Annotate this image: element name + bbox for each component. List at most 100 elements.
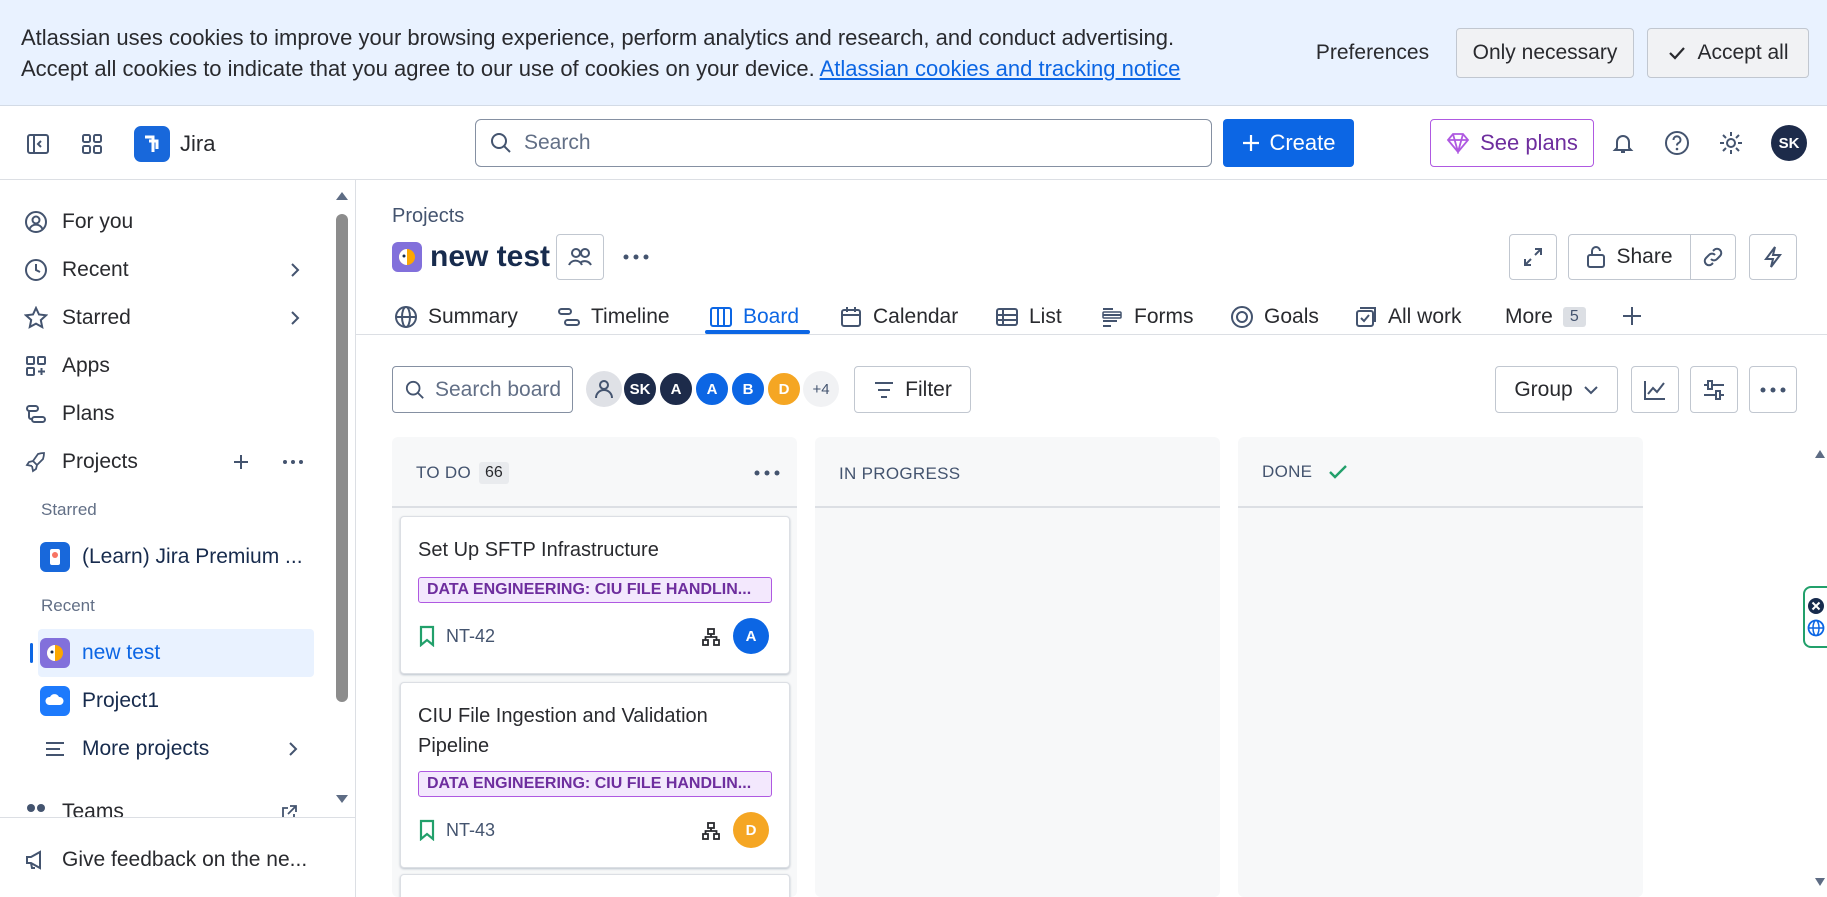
unassigned-avatar-icon[interactable]	[586, 371, 622, 407]
sidebar-item-projects[interactable]: Projects	[24, 442, 304, 482]
assignee-filter-avatar[interactable]: B	[730, 371, 766, 407]
app-name: Jira	[180, 131, 216, 156]
app-switcher-icon[interactable]	[78, 130, 106, 158]
sidebar-item-for-you[interactable]: For you	[24, 202, 133, 242]
project-name: (Learn) Jira Premium ...	[82, 545, 303, 568]
starred-heading: Starred	[41, 500, 97, 519]
sidebar-item-starred[interactable]: Starred	[24, 298, 302, 338]
more-options-icon[interactable]	[282, 459, 304, 465]
apps-grid-icon	[24, 354, 48, 378]
more-avatars-badge[interactable]: +4	[803, 371, 839, 407]
epic-lozenge[interactable]: DATA ENGINEERING: CIU FILE HANDLIN...	[418, 771, 772, 797]
search-icon	[405, 380, 425, 400]
tab-board[interactable]: Board	[709, 300, 799, 334]
see-plans-button[interactable]: See plans	[1430, 119, 1594, 167]
tab-label: Calendar	[873, 305, 959, 328]
sidebar-project-project1[interactable]: Project1	[38, 677, 314, 725]
tab-all-work[interactable]: All work	[1354, 300, 1462, 334]
only-necessary-button[interactable]: Only necessary	[1456, 28, 1634, 78]
settings-gear-icon[interactable]	[1718, 130, 1744, 156]
sidebar-item-plans[interactable]: Plans	[24, 394, 115, 434]
accept-all-button[interactable]: Accept all	[1647, 28, 1809, 78]
list-table-icon	[995, 305, 1019, 329]
scroll-down-arrow-icon[interactable]	[335, 793, 349, 805]
sidebar-toggle-icon[interactable]	[24, 130, 52, 158]
project-more-options-icon[interactable]	[622, 250, 650, 264]
sidebar-label: Recent	[62, 258, 129, 281]
add-project-plus-icon[interactable]	[232, 453, 250, 471]
board-more-options-icon[interactable]	[1749, 366, 1797, 413]
column-header-done: DONE	[1262, 462, 1348, 482]
help-icon[interactable]	[1664, 130, 1690, 156]
team-people-icon[interactable]	[556, 234, 604, 280]
board-scroll-down-arrow-icon[interactable]	[1813, 876, 1827, 888]
tab-goals[interactable]: Goals	[1230, 300, 1319, 334]
sidebar-item-recent[interactable]: Recent	[24, 250, 302, 290]
assignee-filter-avatar[interactable]: A	[694, 371, 730, 407]
assignee-filter-avatar[interactable]: D	[766, 371, 802, 407]
tab-calendar[interactable]: Calendar	[839, 300, 958, 334]
filter-button[interactable]: Filter	[854, 366, 971, 413]
notifications-bell-icon[interactable]	[1610, 130, 1636, 156]
megaphone-icon	[24, 848, 48, 872]
group-dropdown[interactable]: Group	[1495, 366, 1618, 413]
tab-timeline[interactable]: Timeline	[557, 300, 670, 334]
sidebar-item-teams[interactable]: Teams	[0, 790, 336, 818]
chevron-right-icon	[288, 311, 302, 325]
automation-lightning-icon[interactable]	[1749, 234, 1797, 280]
epic-lozenge[interactable]: DATA ENGINEERING: CIU FILE HANDLIN...	[418, 577, 772, 603]
assignee-filter-avatar[interactable]: A	[658, 371, 694, 407]
board-search-input[interactable]: Search board	[392, 366, 573, 413]
project-avatar-icon	[40, 542, 70, 572]
user-avatar[interactable]: SK	[1771, 125, 1807, 161]
sidebar-label: For you	[62, 210, 134, 233]
issue-card[interactable]	[400, 874, 790, 897]
tab-list[interactable]: List	[995, 300, 1062, 334]
issue-card[interactable]: Set Up SFTP Infrastructure DATA ENGINEER…	[400, 516, 790, 674]
floating-extension-widget[interactable]	[1803, 586, 1827, 648]
scroll-up-arrow-icon[interactable]	[335, 190, 349, 202]
cookie-preferences-button[interactable]: Preferences	[1300, 28, 1445, 78]
close-circle-icon[interactable]	[1807, 597, 1825, 615]
jira-home-link[interactable]: Jira	[134, 126, 215, 162]
cookie-message: Atlassian uses cookies to improve your b…	[21, 22, 1241, 84]
tab-forms[interactable]: Forms	[1100, 300, 1194, 334]
tab-summary[interactable]: Summary	[394, 300, 518, 334]
column-more-options-icon[interactable]	[752, 468, 782, 478]
sidebar-label: Apps	[62, 354, 110, 377]
assignee-avatar[interactable]: A	[733, 618, 769, 654]
assignee-avatar[interactable]: D	[733, 812, 769, 848]
create-button[interactable]: Create	[1223, 119, 1354, 167]
timeline-icon	[557, 305, 581, 329]
global-search-input[interactable]: Search	[475, 119, 1212, 167]
user-circle-icon	[24, 210, 48, 234]
sidebar-project-new-test[interactable]: new test	[30, 629, 314, 677]
issue-card[interactable]: CIU File Ingestion and Validation Pipeli…	[400, 682, 790, 868]
tab-more[interactable]: More 5	[1505, 300, 1586, 334]
column-title: IN PROGRESS	[839, 464, 961, 483]
add-tab-plus-icon[interactable]	[1618, 302, 1646, 330]
teams-icon	[24, 800, 48, 818]
sidebar-project-learn-jira-premium[interactable]: (Learn) Jira Premium ...	[38, 533, 314, 581]
copy-link-icon[interactable]	[1690, 234, 1736, 280]
view-settings-sliders-icon[interactable]	[1690, 366, 1738, 413]
fullscreen-expand-icon[interactable]	[1509, 234, 1557, 280]
sidebar-label: Starred	[62, 306, 131, 329]
target-icon	[1230, 305, 1254, 329]
sidebar-item-apps[interactable]: Apps	[24, 346, 110, 386]
column-title: DONE	[1262, 462, 1313, 481]
cookie-notice-link[interactable]: Atlassian cookies and tracking notice	[820, 56, 1181, 81]
breadcrumb[interactable]: Projects	[392, 205, 464, 228]
page-title: new test	[430, 240, 551, 273]
board-scroll-up-arrow-icon[interactable]	[1813, 448, 1827, 460]
assignee-filter-avatar[interactable]: SK	[622, 371, 658, 407]
feedback-label: Give feedback on the ne...	[62, 848, 308, 871]
column-header-divider	[392, 506, 797, 508]
sidebar-scrollbar[interactable]	[336, 214, 348, 702]
diamond-icon	[1446, 132, 1470, 154]
insights-chart-icon[interactable]	[1631, 366, 1679, 413]
share-button[interactable]: Share	[1568, 234, 1691, 280]
sidebar-more-projects[interactable]: More projects	[38, 725, 314, 773]
give-feedback-button[interactable]: Give feedback on the ne...	[24, 840, 307, 880]
unlock-icon	[1586, 245, 1606, 269]
